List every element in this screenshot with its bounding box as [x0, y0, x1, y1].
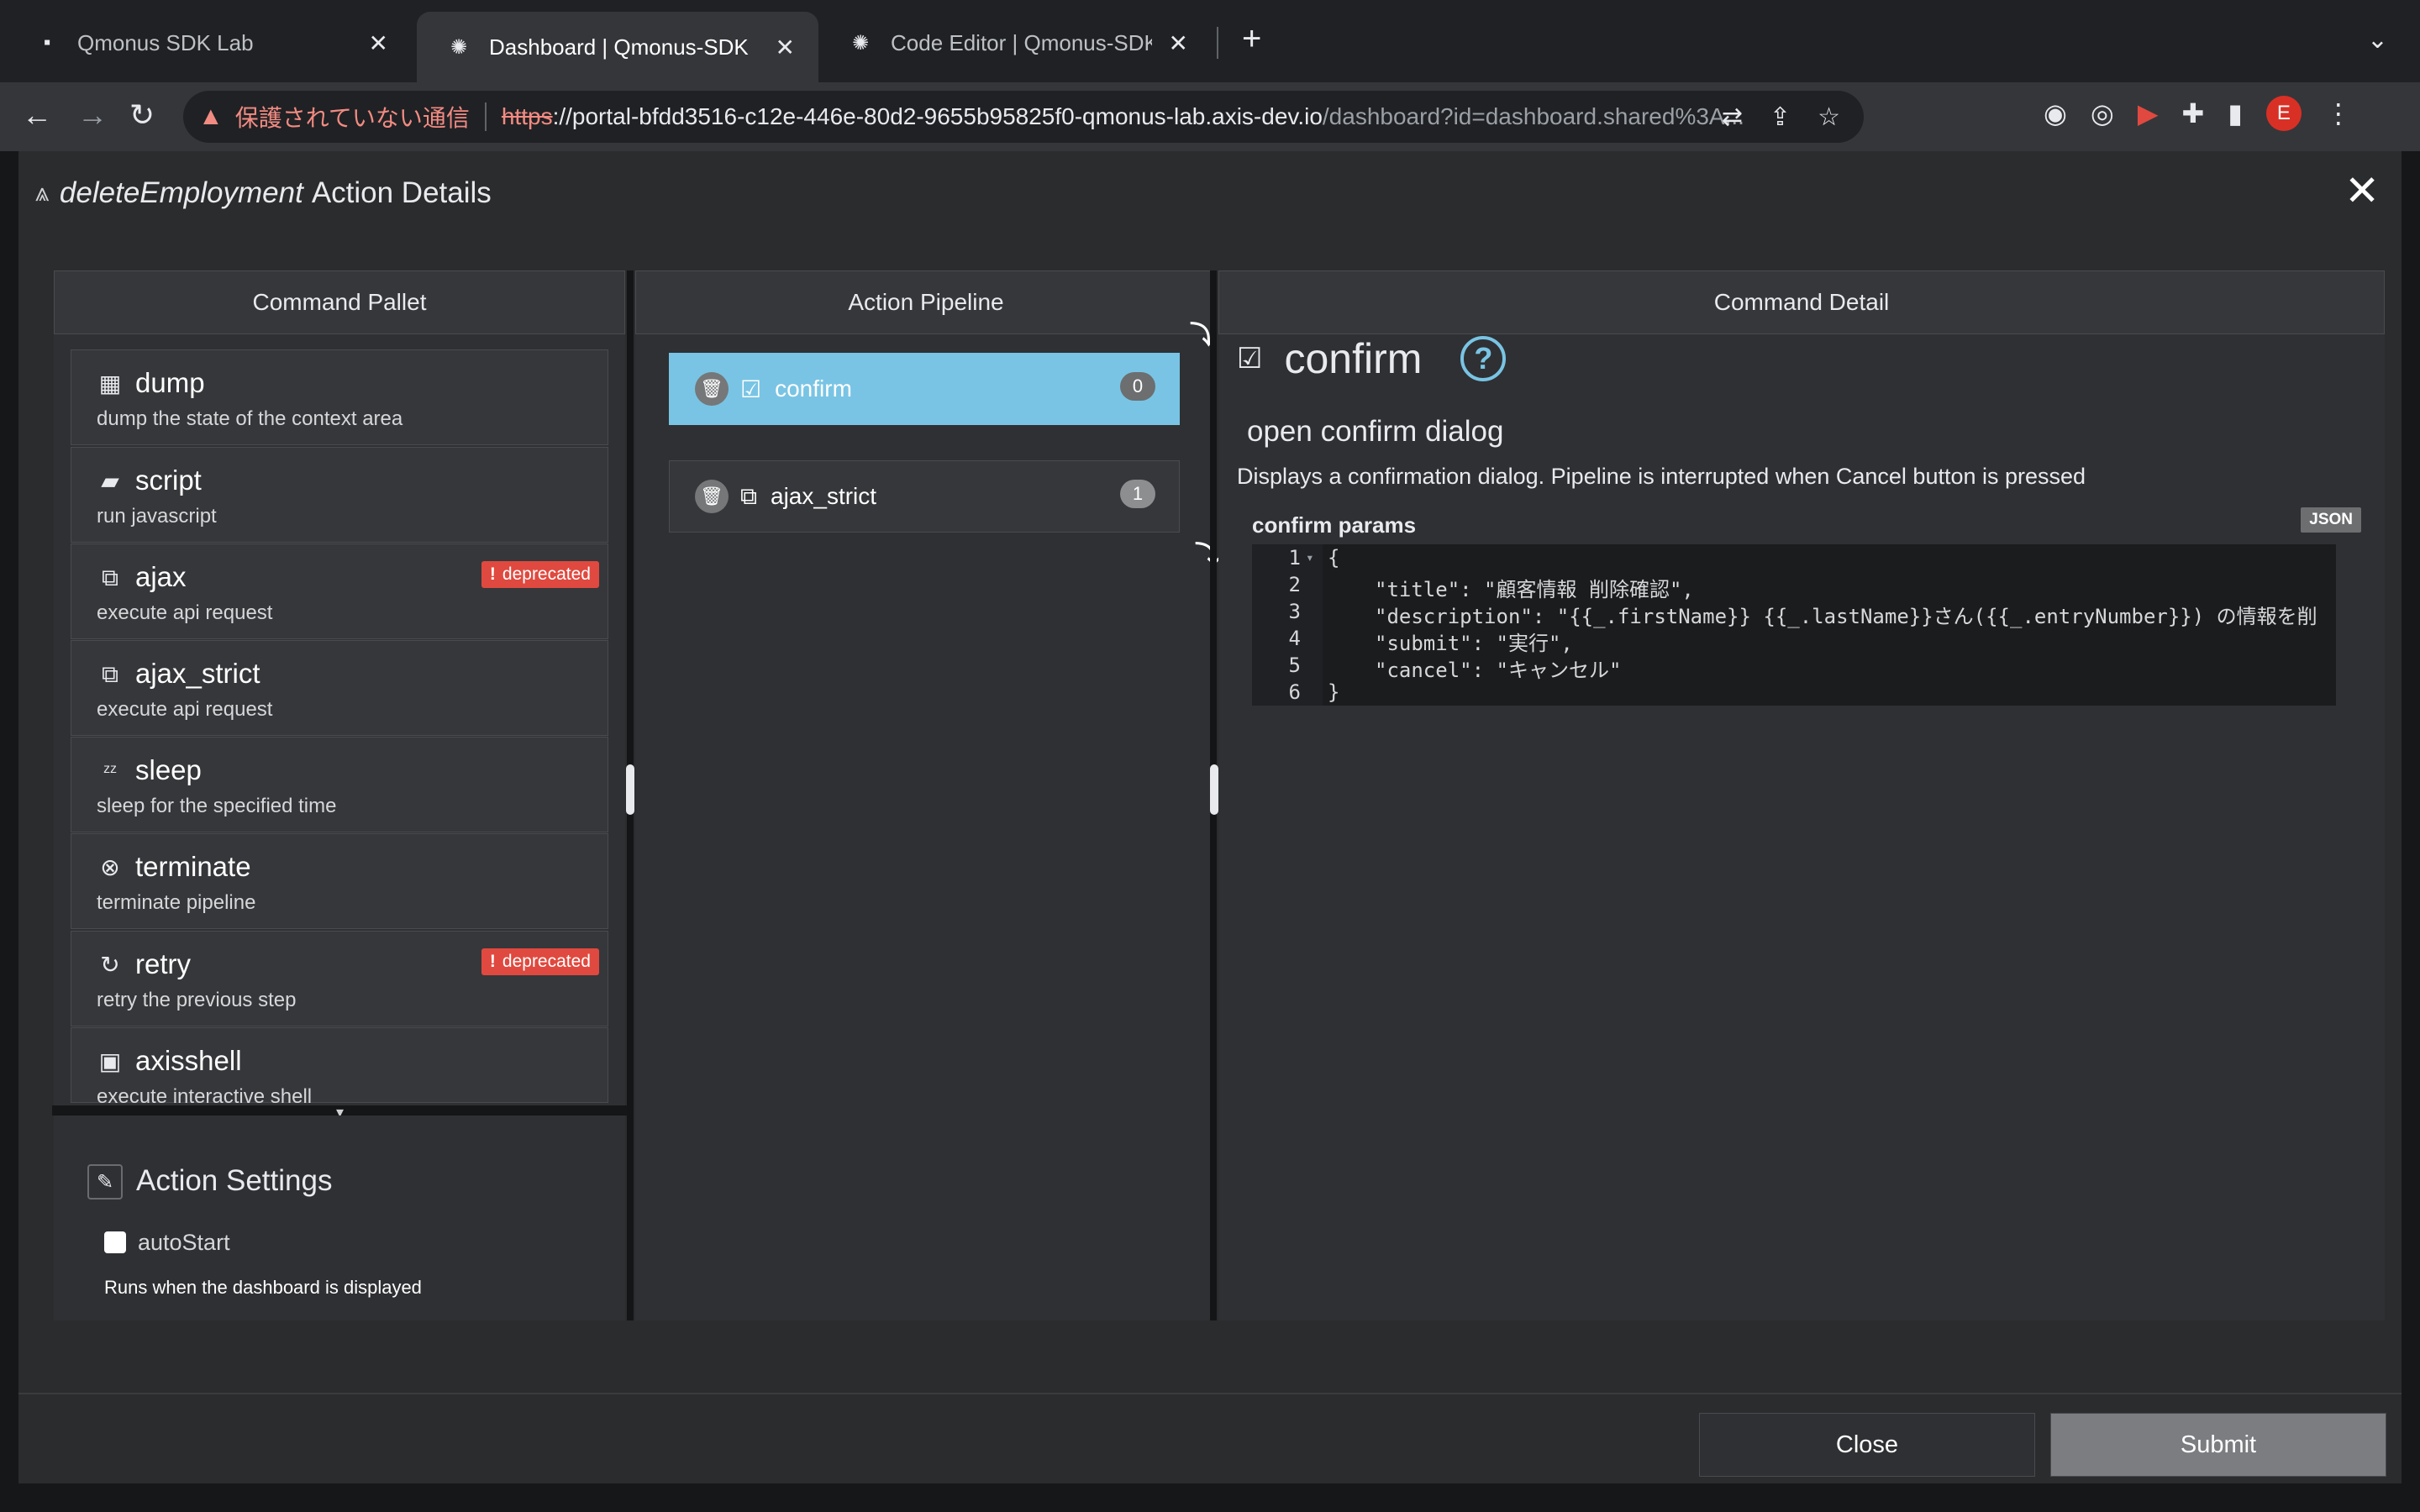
column-resize-handle[interactable]	[1210, 764, 1218, 815]
action-pipeline: Action Pipeline ⤵ 🗑 ☑ confirm 0 🗑 ⧉ ajax…	[635, 270, 1220, 1320]
sidepanel-icon[interactable]: ▮	[2228, 97, 2243, 129]
checkbox-icon: ☑	[740, 375, 762, 402]
page-status-bar	[0, 1485, 2420, 1512]
new-tab-icon[interactable]: +	[1242, 20, 1261, 58]
code-line: "cancel": "キャンセル"	[1375, 659, 1622, 682]
autostart-note: Runs when the dashboard is displayed	[104, 1277, 422, 1298]
command-pallet-header: Command Pallet	[54, 270, 625, 334]
link-icon: ⧉	[102, 661, 118, 687]
code-line: "title": "顧客情報 削除確認",	[1375, 578, 1694, 601]
deprecated-badge: ! deprecated	[481, 948, 599, 975]
code-line: {	[1328, 546, 1340, 570]
sleep-icon: ᶻᶻ	[103, 760, 117, 781]
action-icon: ⩓	[35, 179, 50, 207]
address-bar[interactable]: ▲ 保護されていない通信 https ://portal-bfdd3516-c1…	[183, 91, 1864, 143]
tab-separator	[1217, 27, 1218, 59]
link-icon: ⧉	[740, 482, 757, 509]
browser-tab-bar: ▪ Qmonus SDK Lab ✕ ✺ Dashboard | Qmonus-…	[0, 0, 2420, 82]
help-icon[interactable]: ?	[1460, 336, 1507, 381]
modal-title: Action Details	[311, 176, 492, 209]
script-icon: ▰	[101, 468, 119, 494]
submit-button[interactable]: Submit	[2050, 1413, 2386, 1477]
star-icon[interactable]: ☆	[1818, 102, 1840, 132]
retry-icon: ↻	[100, 952, 120, 978]
code-line: }	[1328, 680, 1340, 704]
qmonus-favicon-icon: ✺	[851, 31, 870, 55]
deprecated-badge: ! deprecated	[481, 561, 599, 588]
warning-icon: ▲	[198, 102, 224, 130]
close-tab-icon[interactable]: ✕	[369, 29, 388, 57]
action-name: deleteEmployment	[59, 176, 303, 209]
detail-description: Displays a confirmation dialog. Pipeline…	[1237, 464, 2086, 489]
extension-globe-icon[interactable]: ◉	[2044, 97, 2067, 129]
autostart-checkbox[interactable]	[104, 1231, 126, 1253]
x-circle-icon: ⊗	[100, 854, 120, 880]
command-ajax-strict[interactable]: ⧉ ajax_strict execute api request	[71, 640, 608, 736]
share-icon[interactable]: ⇪	[1770, 102, 1791, 132]
pipeline-step-ajax-strict[interactable]: 🗑 ⧉ ajax_strict 1	[669, 460, 1180, 533]
detail-title: ☑ confirm ?	[1237, 334, 1507, 383]
browser-toolbar: ← → ↻ ▲ 保護されていない通信 https ://portal-bfdd3…	[0, 82, 2420, 151]
command-axisshell[interactable]: ▣ axisshell execute interactive shell	[71, 1027, 608, 1108]
extensions-area: ◉ ◎ ▶ ✚ ▮ E ⋮	[2044, 96, 2352, 131]
command-dump[interactable]: ▦ dump dump the state of the context are…	[71, 349, 608, 445]
command-ajax[interactable]: ⧉ ajax execute api request ! deprecated	[71, 543, 608, 639]
pipeline-step-confirm[interactable]: 🗑 ☑ confirm 0	[669, 353, 1180, 425]
tab-qmonus-sdk-lab[interactable]: ▪ Qmonus SDK Lab ✕	[5, 12, 412, 74]
tab-code-editor[interactable]: ✺ Code Editor | Qmonus-SDK ✕	[818, 12, 1212, 74]
terminal-icon: ▣	[98, 1048, 122, 1074]
command-script[interactable]: ▰ script run javascript	[71, 447, 608, 543]
command-retry[interactable]: ↻ retry retry the previous step ! depreca…	[71, 931, 608, 1026]
command-terminate[interactable]: ⊗ terminate terminate pipeline	[71, 833, 608, 929]
close-tab-icon[interactable]: ✕	[776, 34, 795, 61]
back-icon[interactable]: ←	[22, 97, 52, 133]
close-button[interactable]: Close	[1699, 1413, 2035, 1477]
browser-menu-icon[interactable]: ⋮	[2325, 97, 2352, 129]
tab-search-icon[interactable]: ⌄	[2367, 25, 2388, 55]
params-label: confirm params	[1252, 512, 1417, 538]
link-icon: ⧉	[102, 564, 118, 591]
extension-video-icon[interactable]: ▶	[2138, 97, 2159, 129]
close-icon[interactable]: ✕	[2344, 166, 2380, 215]
step-index-badge: 1	[1120, 480, 1155, 508]
code-line: "submit": "実行",	[1375, 632, 1573, 655]
command-detail: Command Detail ☑ confirm ? open confirm …	[1218, 270, 2385, 1320]
pencil-icon: ✎	[87, 1164, 123, 1200]
trash-icon[interactable]: 🗑	[695, 372, 729, 406]
tab-dashboard[interactable]: ✺ Dashboard | Qmonus-SDK ✕	[417, 12, 818, 82]
detail-subtitle: open confirm dialog	[1247, 415, 1504, 448]
qmonus-favicon-icon: ▪	[43, 31, 51, 54]
extension-sync-icon[interactable]: ◎	[2091, 97, 2114, 129]
column-resize-handle[interactable]	[626, 764, 634, 815]
command-sleep[interactable]: ᶻᶻ sleep sleep for the specified time	[71, 737, 608, 832]
forward-icon[interactable]: →	[77, 97, 108, 133]
address-bar-actions: ⇄ ⇪ ☆	[1722, 91, 1864, 143]
action-details-modal: ⩓ deleteEmployment Action Details ✕ Comm…	[18, 151, 2402, 1483]
address-divider	[484, 102, 487, 131]
autostart-label[interactable]: autoStart	[138, 1230, 230, 1256]
reload-icon[interactable]: ↻	[129, 97, 155, 133]
command-detail-header: Command Detail	[1218, 270, 2385, 334]
action-pipeline-header: Action Pipeline	[635, 270, 1217, 334]
fold-icon[interactable]: ▾	[1306, 549, 1314, 565]
params-code-editor[interactable]: 1 ▾ { 2 "title": "顧客情報 削除確認", 3 "descrip…	[1252, 544, 2336, 706]
qr-icon: ▦	[98, 370, 122, 396]
trash-icon[interactable]: 🗑	[695, 480, 729, 513]
translate-icon[interactable]: ⇄	[1722, 102, 1743, 132]
step-index-badge: 0	[1120, 372, 1155, 401]
profile-avatar[interactable]: E	[2265, 96, 2302, 131]
qmonus-favicon-icon: ✺	[450, 35, 468, 59]
puzzle-icon[interactable]: ✚	[2181, 97, 2204, 129]
checkbox-icon: ☑	[1237, 343, 1263, 375]
code-line: "description": "{{_.firstName}} {{_.last…	[1375, 605, 2317, 628]
modal-header: ⩓ deleteEmployment Action Details	[18, 151, 2402, 235]
footer-divider	[18, 1393, 2402, 1394]
json-badge[interactable]: JSON	[2301, 507, 2361, 533]
close-tab-icon[interactable]: ✕	[1169, 29, 1188, 57]
action-settings: ✎ Action Settings autoStart Runs when th…	[54, 1116, 625, 1320]
